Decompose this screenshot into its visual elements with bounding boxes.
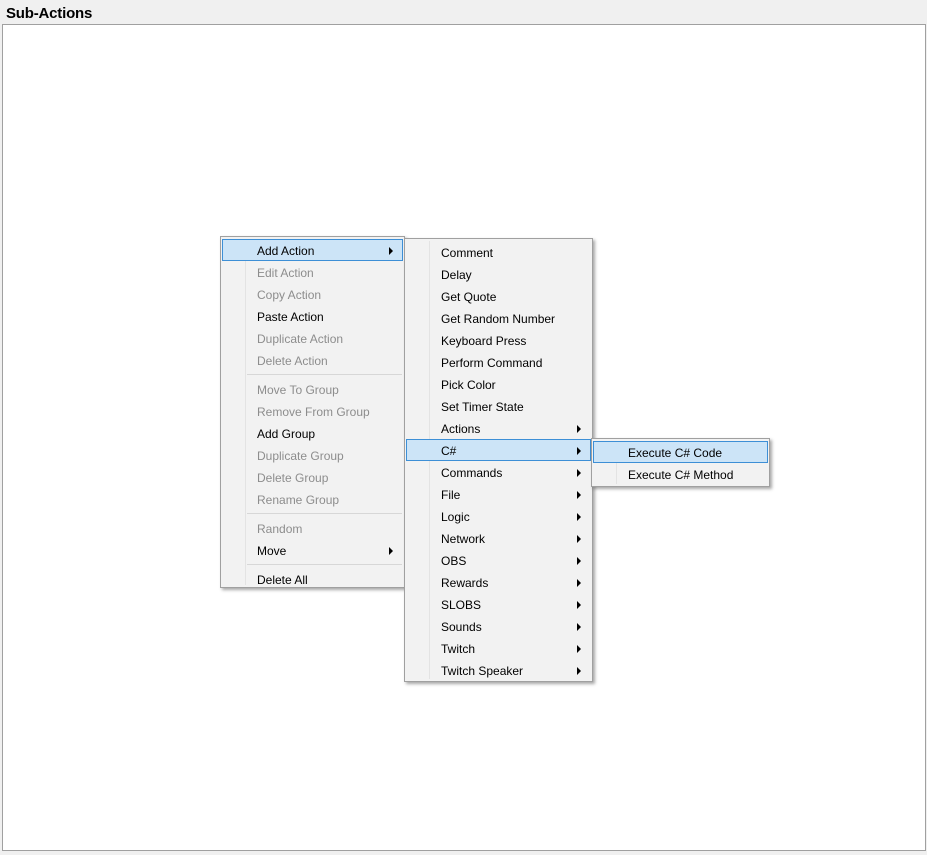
menu-item-edit-action: Edit Action <box>222 261 403 283</box>
csharp-item-execute-csharp-method[interactable]: Execute C# Method <box>593 463 768 485</box>
menu-item-delete-action: Delete Action <box>222 349 403 371</box>
menu-item-label: Add Action <box>257 244 315 258</box>
menu-item-label: OBS <box>441 554 467 568</box>
menu-item-move-to-group: Move To Group <box>222 378 403 400</box>
menu-item-label: Delay <box>441 268 472 282</box>
menu-item-label: Random <box>257 522 303 536</box>
menu-item-add-action[interactable]: Add Action <box>222 239 403 261</box>
menu-item-label: Move <box>257 544 287 558</box>
menu-item-copy-action: Copy Action <box>222 283 403 305</box>
submenu-arrow-icon <box>577 579 581 587</box>
menu-item-label: Twitch Speaker <box>441 664 524 678</box>
add-action-item-comment[interactable]: Comment <box>406 241 591 263</box>
menu-item-label: Add Group <box>257 427 316 441</box>
menu-item-label: Rewards <box>441 576 489 590</box>
menu-item-label: Sounds <box>441 620 482 634</box>
menu-item-label: Commands <box>441 466 503 480</box>
menu-item-label: Logic <box>441 510 470 524</box>
add-action-item-twitch[interactable]: Twitch <box>406 637 591 659</box>
submenu-arrow-icon <box>577 623 581 631</box>
submenu-arrow-icon <box>577 513 581 521</box>
menu-item-label: Actions <box>441 422 481 436</box>
menu-separator <box>247 564 402 565</box>
menu-item-remove-from-group: Remove From Group <box>222 400 403 422</box>
menu-item-delete-all[interactable]: Delete All <box>222 568 403 590</box>
submenu-arrow-icon <box>389 247 393 255</box>
submenu-arrow-icon <box>389 547 393 555</box>
menu-item-move[interactable]: Move <box>222 539 403 561</box>
add-action-item-network[interactable]: Network <box>406 527 591 549</box>
add-action-item-obs[interactable]: OBS <box>406 549 591 571</box>
add-action-item-pick-color[interactable]: Pick Color <box>406 373 591 395</box>
menu-item-label: Get Random Number <box>441 312 556 326</box>
csharp-item-execute-csharp-code[interactable]: Execute C# Code <box>593 441 768 463</box>
menu-item-label: File <box>441 488 461 502</box>
add-action-item-get-random-number[interactable]: Get Random Number <box>406 307 591 329</box>
menu-separator <box>247 513 402 514</box>
menu-item-label: Delete Group <box>257 471 329 485</box>
add-action-item-actions[interactable]: Actions <box>406 417 591 439</box>
menu-item-label: Edit Action <box>257 266 314 280</box>
menu-item-label: Paste Action <box>257 310 324 324</box>
add-action-item-perform-command[interactable]: Perform Command <box>406 351 591 373</box>
submenu-arrow-icon <box>577 645 581 653</box>
menu-item-duplicate-action: Duplicate Action <box>222 327 403 349</box>
menu-item-label: Duplicate Action <box>257 332 344 346</box>
menu-item-label: Execute C# Code <box>628 446 723 460</box>
menu-item-label: Pick Color <box>441 378 496 392</box>
menu-item-duplicate-group: Duplicate Group <box>222 444 403 466</box>
menu-item-label: Delete All <box>257 573 308 587</box>
menu-item-paste-action[interactable]: Paste Action <box>222 305 403 327</box>
submenu-arrow-icon <box>577 447 581 455</box>
panel-title: Sub-Actions <box>6 5 93 22</box>
menu-item-label: Rename Group <box>257 493 340 507</box>
menu-item-rename-group: Rename Group <box>222 488 403 510</box>
add-action-item-slobs[interactable]: SLOBS <box>406 593 591 615</box>
add-action-item-logic[interactable]: Logic <box>406 505 591 527</box>
menu-item-label: Delete Action <box>257 354 328 368</box>
context-menu: Add Action Edit Action Copy Action Paste Ac… <box>220 236 405 588</box>
menu-item-label: Keyboard Press <box>441 334 527 348</box>
add-action-item-set-timer-state[interactable]: Set Timer State <box>406 395 591 417</box>
menu-item-label: Execute C# Method <box>628 468 734 482</box>
add-action-item-csharp[interactable]: C# <box>406 439 591 461</box>
menu-item-label: Set Timer State <box>441 400 524 414</box>
menu-separator <box>247 374 402 375</box>
menu-item-label: Comment <box>441 246 494 260</box>
add-action-item-keyboard-press[interactable]: Keyboard Press <box>406 329 591 351</box>
add-action-item-get-quote[interactable]: Get Quote <box>406 285 591 307</box>
menu-item-label: Perform Command <box>441 356 543 370</box>
submenu-arrow-icon <box>577 667 581 675</box>
menu-item-label: Network <box>441 532 486 546</box>
submenu-arrow-icon <box>577 535 581 543</box>
csharp-submenu: Execute C# Code Execute C# Method <box>591 438 770 487</box>
menu-item-label: SLOBS <box>441 598 482 612</box>
submenu-arrow-icon <box>577 601 581 609</box>
submenu-arrow-icon <box>577 491 581 499</box>
add-action-item-twitch-speaker[interactable]: Twitch Speaker <box>406 659 591 681</box>
submenu-arrow-icon <box>577 425 581 433</box>
menu-item-delete-group: Delete Group <box>222 466 403 488</box>
menu-item-label: Twitch <box>441 642 476 656</box>
menu-item-label: Remove From Group <box>257 405 370 419</box>
submenu-arrow-icon <box>577 469 581 477</box>
menu-item-label: Move To Group <box>257 383 339 397</box>
submenu-arrow-icon <box>577 557 581 565</box>
menu-item-label: Get Quote <box>441 290 497 304</box>
add-action-item-commands[interactable]: Commands <box>406 461 591 483</box>
add-action-submenu: Comment Delay Get Quote Get Random Number Ke… <box>404 238 593 682</box>
add-action-item-rewards[interactable]: Rewards <box>406 571 591 593</box>
add-action-item-delay[interactable]: Delay <box>406 263 591 285</box>
menu-item-label: Copy Action <box>257 288 322 302</box>
add-action-item-file[interactable]: File <box>406 483 591 505</box>
menu-item-label: C# <box>441 444 457 458</box>
add-action-item-sounds[interactable]: Sounds <box>406 615 591 637</box>
menu-item-label: Duplicate Group <box>257 449 344 463</box>
menu-item-random: Random <box>222 517 403 539</box>
menu-item-add-group[interactable]: Add Group <box>222 422 403 444</box>
